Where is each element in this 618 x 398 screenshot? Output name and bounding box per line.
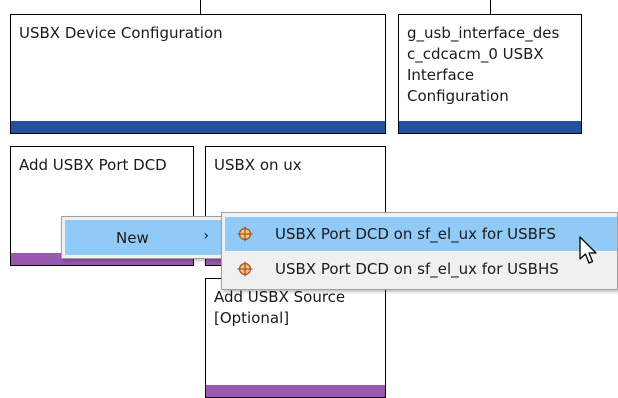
crosshair-module-icon xyxy=(237,226,253,242)
crosshair-module-icon xyxy=(237,261,253,277)
submenu-item-label: USBX Port DCD on sf_el_ux for USBHS xyxy=(275,260,559,278)
menu-item-new[interactable]: New › xyxy=(65,220,221,255)
connector-line xyxy=(490,0,491,15)
usbx-device-configuration-block[interactable]: USBX Device Configuration xyxy=(10,14,386,134)
submenu-item-usbfs[interactable]: USBX Port DCD on sf_el_ux for USBFS xyxy=(225,217,617,251)
block-status-bar xyxy=(206,385,385,397)
block-title: Add USBX Source [Optional] xyxy=(214,288,346,327)
context-menu: New › xyxy=(61,216,225,259)
block-title: USBX on ux xyxy=(214,156,302,174)
submenu-arrow-icon: › xyxy=(203,228,209,244)
new-submenu: USBX Port DCD on sf_el_ux for USBFS USBX… xyxy=(221,212,618,290)
connector-line xyxy=(200,0,201,15)
usb-interface-configuration-block[interactable]: g_usb_interface_des c_cdcacm_0 USBX Inte… xyxy=(398,14,582,134)
block-status-bar xyxy=(399,121,581,133)
submenu-item-label: USBX Port DCD on sf_el_ux for USBFS xyxy=(275,225,556,243)
submenu-item-usbhs[interactable]: USBX Port DCD on sf_el_ux for USBHS xyxy=(225,252,617,286)
menu-item-label: New xyxy=(116,229,149,247)
add-usbx-source-block[interactable]: Add USBX Source [Optional] xyxy=(205,278,386,398)
block-title: USBX Device Configuration xyxy=(19,24,223,42)
block-title: Add USBX Port DCD xyxy=(19,156,167,174)
block-status-bar xyxy=(11,121,385,133)
mouse-pointer-icon xyxy=(579,236,597,264)
block-title: g_usb_interface_des c_cdcacm_0 USBX Inte… xyxy=(407,24,560,105)
